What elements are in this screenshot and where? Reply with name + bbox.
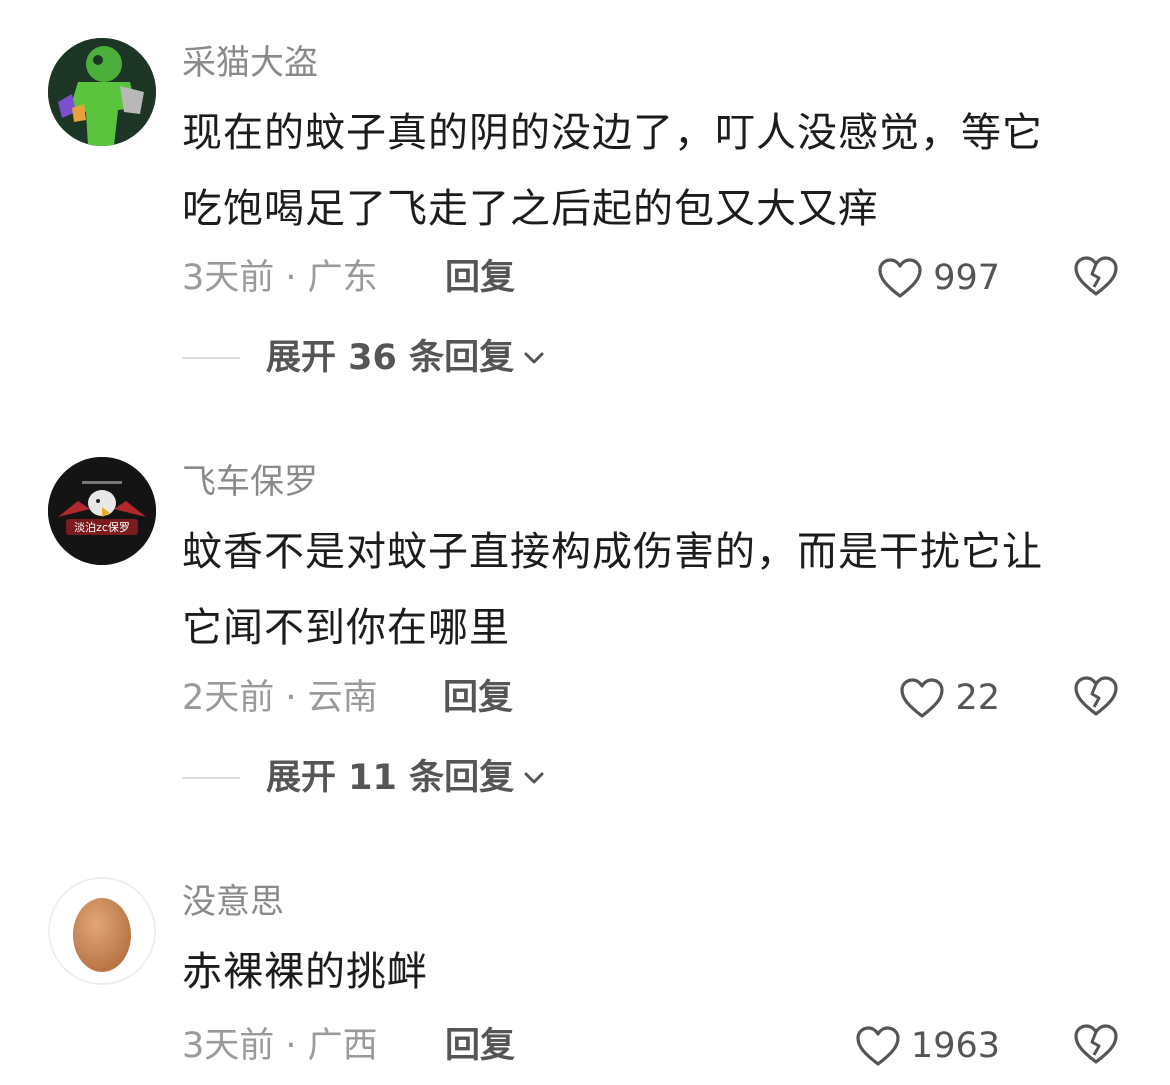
comment-meta: 3天前 · 广西 — [182, 1026, 378, 1066]
username[interactable]: 没意思 — [182, 882, 284, 922]
comment-text: 现在的蚊子真的阴的没边了，叮人没感觉，等它 吃饱喝足了飞走了之后起的包又大又痒 — [182, 95, 1122, 247]
like-count: 22 — [955, 678, 1000, 718]
username[interactable]: 采猫大盗 — [182, 43, 318, 83]
user-avatar[interactable]: 淡泊zc保罗 — [48, 457, 156, 565]
broken-heart-icon[interactable] — [1073, 673, 1119, 719]
chevron-down-icon — [524, 772, 544, 784]
green-figure-avatar-icon — [48, 38, 156, 146]
reply-button[interactable]: 回复 — [445, 258, 515, 298]
user-avatar[interactable] — [48, 877, 156, 985]
like-button[interactable]: 997 — [877, 255, 1000, 301]
egg-avatar-icon — [50, 879, 154, 983]
comment-text-line: 蚊香不是对蚊子直接构成伤害的，而是干扰它让 — [182, 529, 1043, 575]
comment-text-line: 它闻不到你在哪里 — [182, 605, 510, 651]
comment-meta: 3天前 · 广东 — [182, 258, 378, 298]
like-button[interactable]: 22 — [899, 675, 1000, 721]
heart-outline-icon — [900, 678, 945, 718]
heart-outline-icon — [878, 258, 922, 298]
expand-replies-label: 展开 11 条回复 — [266, 758, 515, 798]
expand-replies-button[interactable]: 展开 11 条回复 — [182, 758, 546, 798]
like-count: 1963 — [910, 1026, 1000, 1066]
comment-text-line: 赤裸裸的挑衅 — [182, 949, 428, 995]
broken-heart-icon[interactable] — [1073, 1021, 1119, 1067]
chevron-down-icon — [524, 352, 544, 364]
comment-text: 蚊香不是对蚊子直接构成伤害的，而是干扰它让 它闻不到你在哪里 — [182, 514, 1122, 666]
user-avatar[interactable] — [48, 38, 156, 146]
divider — [182, 777, 240, 779]
comment-text: 赤裸裸的挑衅 — [182, 934, 1122, 1010]
comment-meta: 2天前 · 云南 — [182, 678, 378, 718]
like-count: 997 — [933, 258, 1000, 298]
username[interactable]: 飞车保罗 — [182, 462, 318, 502]
reply-button[interactable]: 回复 — [445, 1026, 515, 1066]
heart-outline-icon — [856, 1026, 900, 1066]
comment-text-line: 现在的蚊子真的阴的没边了，叮人没感觉，等它 — [182, 110, 1043, 156]
expand-replies-label: 展开 36 条回复 — [266, 338, 515, 378]
like-button[interactable]: 1963 — [855, 1023, 1000, 1069]
comment-text-line: 吃饱喝足了飞走了之后起的包又大又痒 — [182, 186, 879, 232]
expand-replies-button[interactable]: 展开 36 条回复 — [182, 338, 546, 378]
divider — [182, 357, 240, 359]
reply-button[interactable]: 回复 — [443, 678, 513, 718]
avatar-text: 淡泊zc保罗 — [74, 520, 130, 534]
broken-heart-icon[interactable] — [1073, 253, 1119, 299]
eagle-esports-avatar-icon: 淡泊zc保罗 — [48, 457, 156, 565]
